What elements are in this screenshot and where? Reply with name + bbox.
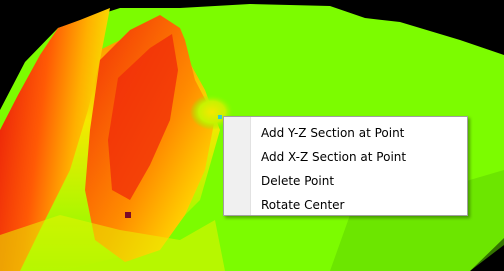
menu-item-rotate-center[interactable]: Rotate Center [224, 193, 467, 217]
menu-item-add-yz-section[interactable]: Add Y-Z Section at Point [224, 121, 467, 145]
menu-item-delete-point[interactable]: Delete Point [224, 169, 467, 193]
menu-item-add-xz-section[interactable]: Add X-Z Section at Point [224, 145, 467, 169]
context-menu: Add Y-Z Section at Point Add X-Z Section… [223, 116, 468, 216]
rotate-center-marker[interactable] [125, 212, 131, 218]
selected-point-marker[interactable] [218, 115, 222, 119]
3d-surface-viewport[interactable]: Add Y-Z Section at Point Add X-Z Section… [0, 0, 504, 271]
